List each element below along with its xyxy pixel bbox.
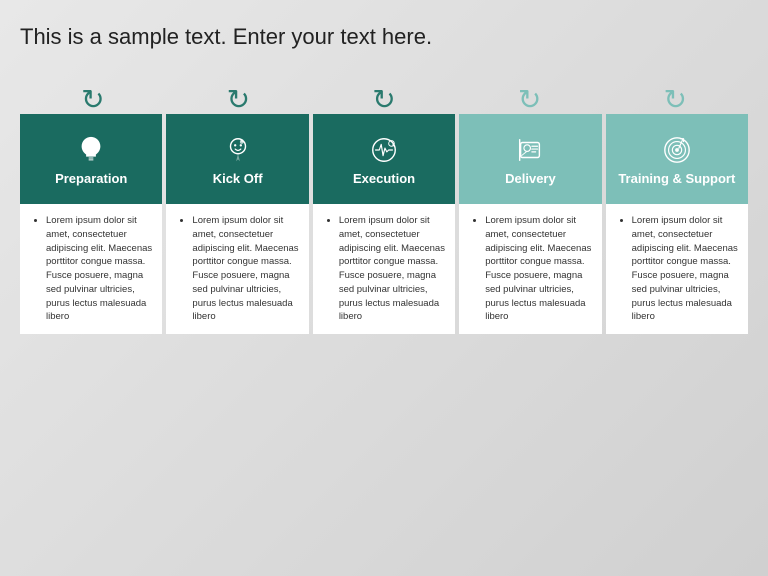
- card-body-preparation: Lorem ipsum dolor sit amet, consectetuer…: [20, 204, 162, 334]
- card-header-preparation: Preparation: [20, 114, 162, 204]
- arrow-cell-2: ↻: [166, 78, 312, 114]
- arrow-icon-4: ↻: [518, 86, 541, 114]
- arrow-icon-1: ↻: [81, 86, 104, 114]
- card-training: Training & Support Lorem ipsum dolor sit…: [606, 114, 748, 334]
- card-title-preparation: Preparation: [55, 171, 127, 186]
- list-item: Lorem ipsum dolor sit amet, consectetuer…: [632, 214, 740, 324]
- head-icon: [223, 135, 253, 165]
- card-delivery: Delivery Lorem ipsum dolor sit amet, con…: [459, 114, 601, 334]
- card-header-kickoff: Kick Off: [166, 114, 308, 204]
- card-kickoff: Kick Off Lorem ipsum dolor sit amet, con…: [166, 114, 308, 334]
- list-item: Lorem ipsum dolor sit amet, consectetuer…: [339, 214, 447, 324]
- cards-row: Preparation Lorem ipsum dolor sit amet, …: [20, 114, 748, 334]
- card-header-execution: Execution: [313, 114, 455, 204]
- arrows-row: ↻ ↻ ↻ ↻ ↻: [20, 78, 748, 114]
- arrow-cell-1: ↻: [20, 78, 166, 114]
- badge-icon: [515, 135, 545, 165]
- arrow-icon-2: ↻: [227, 86, 250, 114]
- card-header-training: Training & Support: [606, 114, 748, 204]
- arrow-cell-4: ↻: [457, 78, 603, 114]
- bulb-icon: [76, 135, 106, 165]
- card-title-delivery: Delivery: [505, 171, 556, 186]
- card-body-kickoff: Lorem ipsum dolor sit amet, consectetuer…: [166, 204, 308, 334]
- list-item: Lorem ipsum dolor sit amet, consectetuer…: [192, 214, 300, 324]
- card-title-execution: Execution: [353, 171, 415, 186]
- list-item: Lorem ipsum dolor sit amet, consectetuer…: [485, 214, 593, 324]
- arrow-cell-3: ↻: [311, 78, 457, 114]
- card-body-training: Lorem ipsum dolor sit amet, consectetuer…: [606, 204, 748, 334]
- card-preparation: Preparation Lorem ipsum dolor sit amet, …: [20, 114, 162, 334]
- arrow-icon-3: ↻: [372, 86, 395, 114]
- card-title-training: Training & Support: [618, 171, 735, 186]
- card-header-delivery: Delivery: [459, 114, 601, 204]
- list-item: Lorem ipsum dolor sit amet, consectetuer…: [46, 214, 154, 324]
- page-title: This is a sample text. Enter your text h…: [20, 24, 432, 50]
- target-icon: [662, 135, 692, 165]
- card-title-kickoff: Kick Off: [213, 171, 263, 186]
- pulse-icon: [369, 135, 399, 165]
- card-body-execution: Lorem ipsum dolor sit amet, consectetuer…: [313, 204, 455, 334]
- card-body-delivery: Lorem ipsum dolor sit amet, consectetuer…: [459, 204, 601, 334]
- card-execution: Execution Lorem ipsum dolor sit amet, co…: [313, 114, 455, 334]
- arrow-icon-5: ↻: [663, 86, 686, 114]
- arrow-cell-5: ↻: [602, 78, 748, 114]
- flow-container: ↻ ↻ ↻ ↻ ↻ Preparation Lorem ipsum do: [20, 78, 748, 334]
